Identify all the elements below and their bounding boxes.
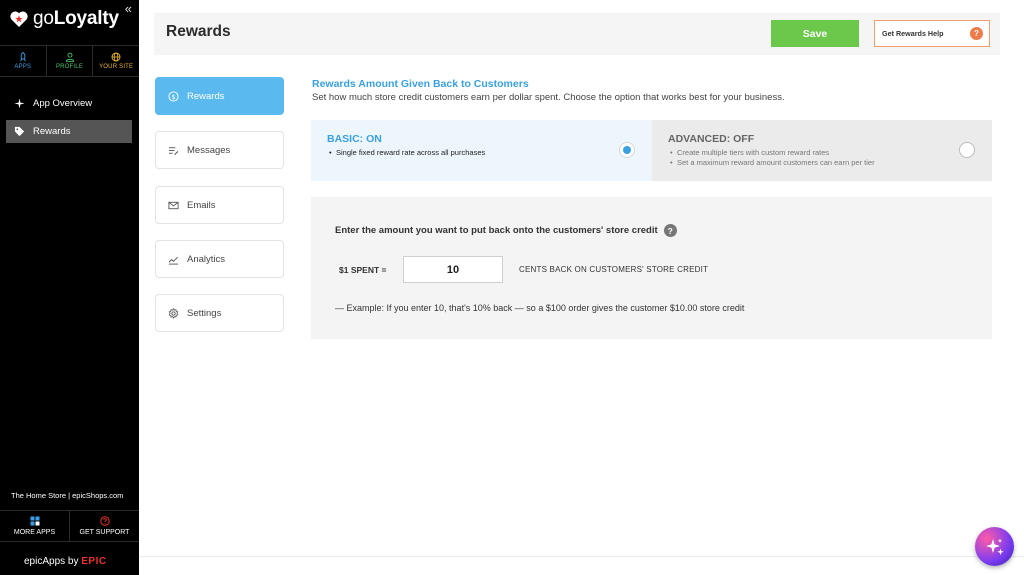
tab-rewards[interactable]: $ Rewards <box>155 77 284 115</box>
gear-icon <box>168 307 179 319</box>
divider <box>139 556 1024 557</box>
tab-label: Rewards <box>187 90 225 102</box>
cents-amount-input[interactable] <box>403 256 503 283</box>
grid-icon <box>30 516 39 526</box>
help-button-label: Get Rewards Help <box>882 29 944 38</box>
tab-emails[interactable]: Emails <box>155 186 284 224</box>
user-icon <box>65 52 74 62</box>
amount-prompt: Enter the amount you want to put back on… <box>335 224 677 237</box>
ai-assistant-button[interactable] <box>975 527 1014 566</box>
question-icon: ? <box>970 27 983 40</box>
nav-your-site[interactable]: YOUR SITE <box>93 46 139 76</box>
bottom-nav: MORE APPS GET SUPPORT <box>0 510 139 542</box>
basic-option-bullets: Single fixed reward rate across all purc… <box>327 148 652 158</box>
messages-icon <box>168 146 179 155</box>
sidebar-item-label: App Overview <box>33 98 93 109</box>
basic-option[interactable]: BASIC: ON Single fixed reward rate acros… <box>311 120 652 181</box>
mail-icon <box>168 201 179 209</box>
more-apps-label: MORE APPS <box>13 529 56 536</box>
nav-apps[interactable]: APPS <box>0 46 47 76</box>
tab-label: Emails <box>187 199 216 211</box>
save-button[interactable]: Save <box>771 20 859 47</box>
sparkles-icon <box>985 538 1004 555</box>
heart-logo-icon <box>10 11 28 27</box>
collapse-sidebar-icon[interactable]: « <box>125 1 132 16</box>
basic-radio[interactable] <box>619 142 635 158</box>
app-logo[interactable]: goLoyalty <box>9 8 119 30</box>
tab-analytics[interactable]: Analytics <box>155 240 284 278</box>
sidebar-item-app-overview[interactable]: App Overview <box>6 92 132 115</box>
tab-settings[interactable]: Settings <box>155 294 284 332</box>
tab-label: Settings <box>187 307 222 319</box>
sidebar-item-rewards[interactable]: Rewards <box>6 120 132 143</box>
cents-label: CENTS BACK ON CUSTOMERS' STORE CREDIT <box>519 265 709 274</box>
globe-icon <box>111 52 121 62</box>
dollar-icon: $ <box>168 90 179 102</box>
top-nav: APPS PROFILE YOUR SITE <box>0 45 139 77</box>
sparkle-icon <box>14 98 25 109</box>
sidebar: goLoyalty « APPS PROFILE YOUR SITE App O… <box>0 0 139 575</box>
store-name: The Home Store | epicShops.com <box>11 491 124 500</box>
tab-messages[interactable]: Messages <box>155 131 284 169</box>
advanced-option-bullets: Create multiple tiers with custom reward… <box>668 148 992 167</box>
page-title: Rewards <box>166 23 231 40</box>
basic-option-title: BASIC: ON <box>327 133 382 145</box>
reward-amount-panel: Enter the amount you want to put back on… <box>311 197 992 339</box>
advanced-option[interactable]: ADVANCED: OFF Create multiple tiers with… <box>652 120 992 181</box>
reward-mode-options: BASIC: ON Single fixed reward rate acros… <box>311 120 992 181</box>
spent-label: $1 SPENT = <box>339 265 387 275</box>
get-rewards-help-button[interactable]: Get Rewards Help ? <box>874 20 990 47</box>
nav-apps-label: APPS <box>14 64 32 70</box>
nav-profile[interactable]: PROFILE <box>47 46 94 76</box>
tab-label: Messages <box>187 144 231 156</box>
chart-icon <box>168 256 179 265</box>
app-name: goLoyalty <box>33 8 119 29</box>
advanced-option-title: ADVANCED: OFF <box>668 133 755 145</box>
svg-text:$: $ <box>171 92 175 100</box>
advanced-radio[interactable] <box>959 142 975 158</box>
example-text: — Example: If you enter 10, that's 10% b… <box>335 303 745 313</box>
nav-profile-label: PROFILE <box>55 64 84 70</box>
page-header: Rewards Save Get Rewards Help ? <box>154 13 1000 55</box>
section-title: Rewards Amount Given Back to Customers <box>312 78 529 90</box>
more-apps-button[interactable]: MORE APPS <box>0 511 70 541</box>
basic-bullet: Single fixed reward rate across all purc… <box>327 148 652 158</box>
get-support-button[interactable]: GET SUPPORT <box>70 511 139 541</box>
epicapps-footer[interactable]: epicApps by EPIC <box>24 556 107 567</box>
question-icon[interactable]: ? <box>663 224 677 237</box>
advanced-bullet: Set a maximum reward amount customers ca… <box>668 158 992 168</box>
help-icon <box>99 516 110 526</box>
get-support-label: GET SUPPORT <box>79 529 130 536</box>
tag-icon <box>14 126 25 137</box>
advanced-bullet: Create multiple tiers with custom reward… <box>668 148 992 158</box>
tab-label: Analytics <box>187 253 226 265</box>
rocket-icon <box>19 52 26 62</box>
amount-prompt-text: Enter the amount you want to put back on… <box>335 225 658 236</box>
nav-your-site-label: YOUR SITE <box>99 64 134 70</box>
section-subtitle: Set how much store credit customers earn… <box>312 92 785 103</box>
sidebar-item-label: Rewards <box>33 126 71 137</box>
